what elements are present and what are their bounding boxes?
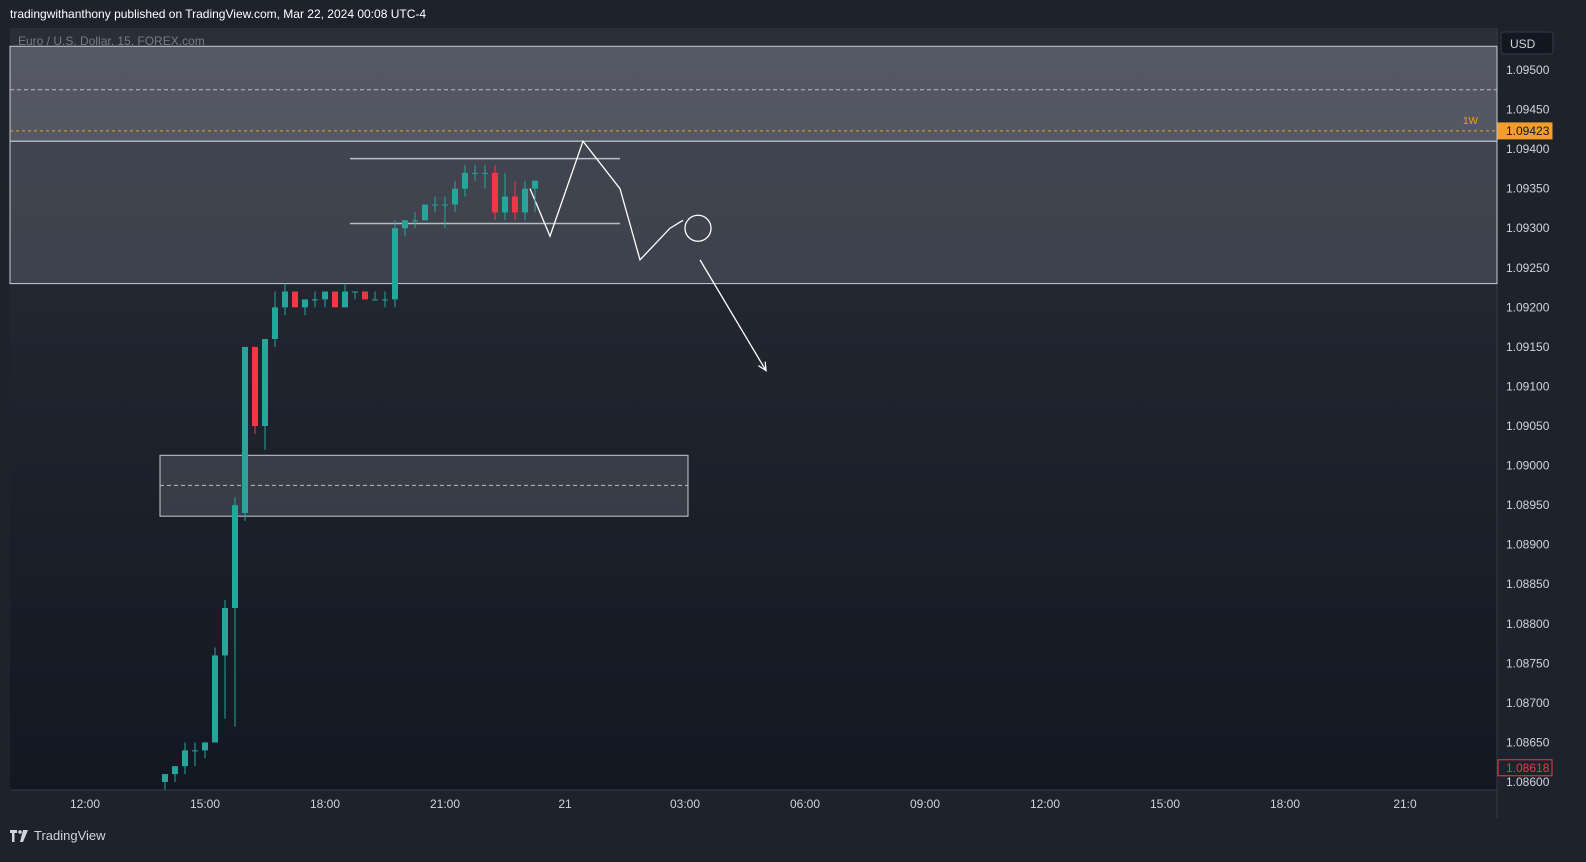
candle-body-26 bbox=[422, 204, 428, 221]
y-tick-label: 1.09000 bbox=[1506, 459, 1550, 473]
y-tick-label: 1.09400 bbox=[1506, 142, 1550, 156]
price-badge-label-1: 1.08618 bbox=[1506, 761, 1550, 775]
y-tick-label: 1.09200 bbox=[1506, 300, 1550, 314]
candle-body-31 bbox=[472, 172, 478, 174]
candle-body-13 bbox=[292, 291, 298, 308]
candle-body-2 bbox=[182, 750, 188, 767]
candle-body-10 bbox=[262, 338, 268, 426]
zone-0 bbox=[9, 45, 1498, 142]
footer-bar: TradingView bbox=[0, 820, 1586, 862]
candle-body-24 bbox=[402, 220, 408, 229]
candle-body-34 bbox=[502, 196, 508, 213]
x-tick-label: 06:00 bbox=[790, 797, 820, 811]
candle-body-5 bbox=[212, 655, 218, 743]
candle-body-27 bbox=[432, 204, 438, 206]
zone-1 bbox=[9, 140, 1498, 285]
candle-body-23 bbox=[392, 228, 398, 300]
candle-body-11 bbox=[272, 307, 278, 339]
y-tick-label: 1.09300 bbox=[1506, 221, 1550, 235]
candle-body-18 bbox=[342, 291, 348, 308]
candle-body-37 bbox=[532, 180, 538, 189]
candle-body-32 bbox=[482, 172, 488, 174]
candle-body-15 bbox=[312, 299, 318, 301]
candle-body-9 bbox=[252, 346, 258, 426]
x-tick-label: 15:00 bbox=[190, 797, 220, 811]
y-tick-label: 1.08850 bbox=[1506, 577, 1550, 591]
candle-body-20 bbox=[362, 291, 368, 300]
currency-label: USD bbox=[1510, 37, 1536, 51]
candle-body-33 bbox=[492, 172, 498, 213]
candle-body-8 bbox=[242, 346, 248, 514]
y-tick-label: 1.08650 bbox=[1506, 735, 1550, 749]
candle-body-36 bbox=[522, 188, 528, 213]
y-tick-label: 1.08900 bbox=[1506, 538, 1550, 552]
candle-body-12 bbox=[282, 291, 288, 308]
candle-body-22 bbox=[382, 299, 388, 301]
y-tick-label: 1.09150 bbox=[1506, 340, 1550, 354]
y-tick-label: 1.08950 bbox=[1506, 498, 1550, 512]
x-tick-label: 21:0 bbox=[1393, 797, 1417, 811]
tradingview-icon bbox=[10, 829, 28, 842]
candle-body-6 bbox=[222, 607, 228, 656]
candle-body-19 bbox=[352, 291, 358, 293]
price-chart[interactable]: 1W 1.09500 1.09450 1.09400 1.09350 1.09300 1.… bbox=[0, 0, 1586, 862]
candle-body-1 bbox=[172, 766, 178, 775]
candle-body-35 bbox=[512, 196, 518, 213]
candle-body-7 bbox=[232, 505, 238, 608]
x-tick-label: 18:00 bbox=[310, 797, 340, 811]
tradingview-logo[interactable]: TradingView bbox=[10, 828, 106, 843]
x-tick-label: 21:00 bbox=[430, 797, 460, 811]
candle-body-3 bbox=[192, 750, 198, 752]
candle-body-25 bbox=[412, 220, 418, 222]
y-tick-label: 1.08750 bbox=[1506, 656, 1550, 670]
candle-body-16 bbox=[322, 291, 328, 300]
y-tick-label: 1.09450 bbox=[1506, 103, 1550, 117]
y-tick-label: 1.09050 bbox=[1506, 419, 1550, 433]
x-tick-label: 09:00 bbox=[910, 797, 940, 811]
candle-body-30 bbox=[462, 172, 468, 189]
candle-body-28 bbox=[442, 204, 448, 206]
y-tick-label: 1.08700 bbox=[1506, 696, 1550, 710]
y-tick-label: 1.09100 bbox=[1506, 379, 1550, 393]
price-badge-label-0: 1.09423 bbox=[1506, 124, 1550, 138]
candle-body-29 bbox=[452, 188, 458, 205]
candle-body-0 bbox=[162, 774, 168, 782]
weekly-level-tag: 1W bbox=[1463, 116, 1479, 127]
y-tick-label: 1.09250 bbox=[1506, 261, 1550, 275]
x-tick-label: 21 bbox=[558, 797, 572, 811]
y-tick-label: 1.08800 bbox=[1506, 617, 1550, 631]
brand-name: TradingView bbox=[34, 828, 106, 843]
x-tick-label: 12:00 bbox=[70, 797, 100, 811]
y-tick-label: 1.09500 bbox=[1506, 63, 1550, 77]
y-tick-label: 1.08600 bbox=[1506, 775, 1550, 789]
candle-body-4 bbox=[202, 742, 208, 751]
x-tick-label: 03:00 bbox=[670, 797, 700, 811]
candle-body-14 bbox=[302, 299, 308, 308]
x-tick-label: 12:00 bbox=[1030, 797, 1060, 811]
candle-body-17 bbox=[332, 291, 338, 308]
x-tick-label: 15:00 bbox=[1150, 797, 1180, 811]
chart-title: Euro / U.S. Dollar, 15, FOREX.com bbox=[18, 34, 205, 48]
candle-body-21 bbox=[372, 299, 378, 301]
y-tick-label: 1.09350 bbox=[1506, 182, 1550, 196]
x-tick-label: 18:00 bbox=[1270, 797, 1300, 811]
